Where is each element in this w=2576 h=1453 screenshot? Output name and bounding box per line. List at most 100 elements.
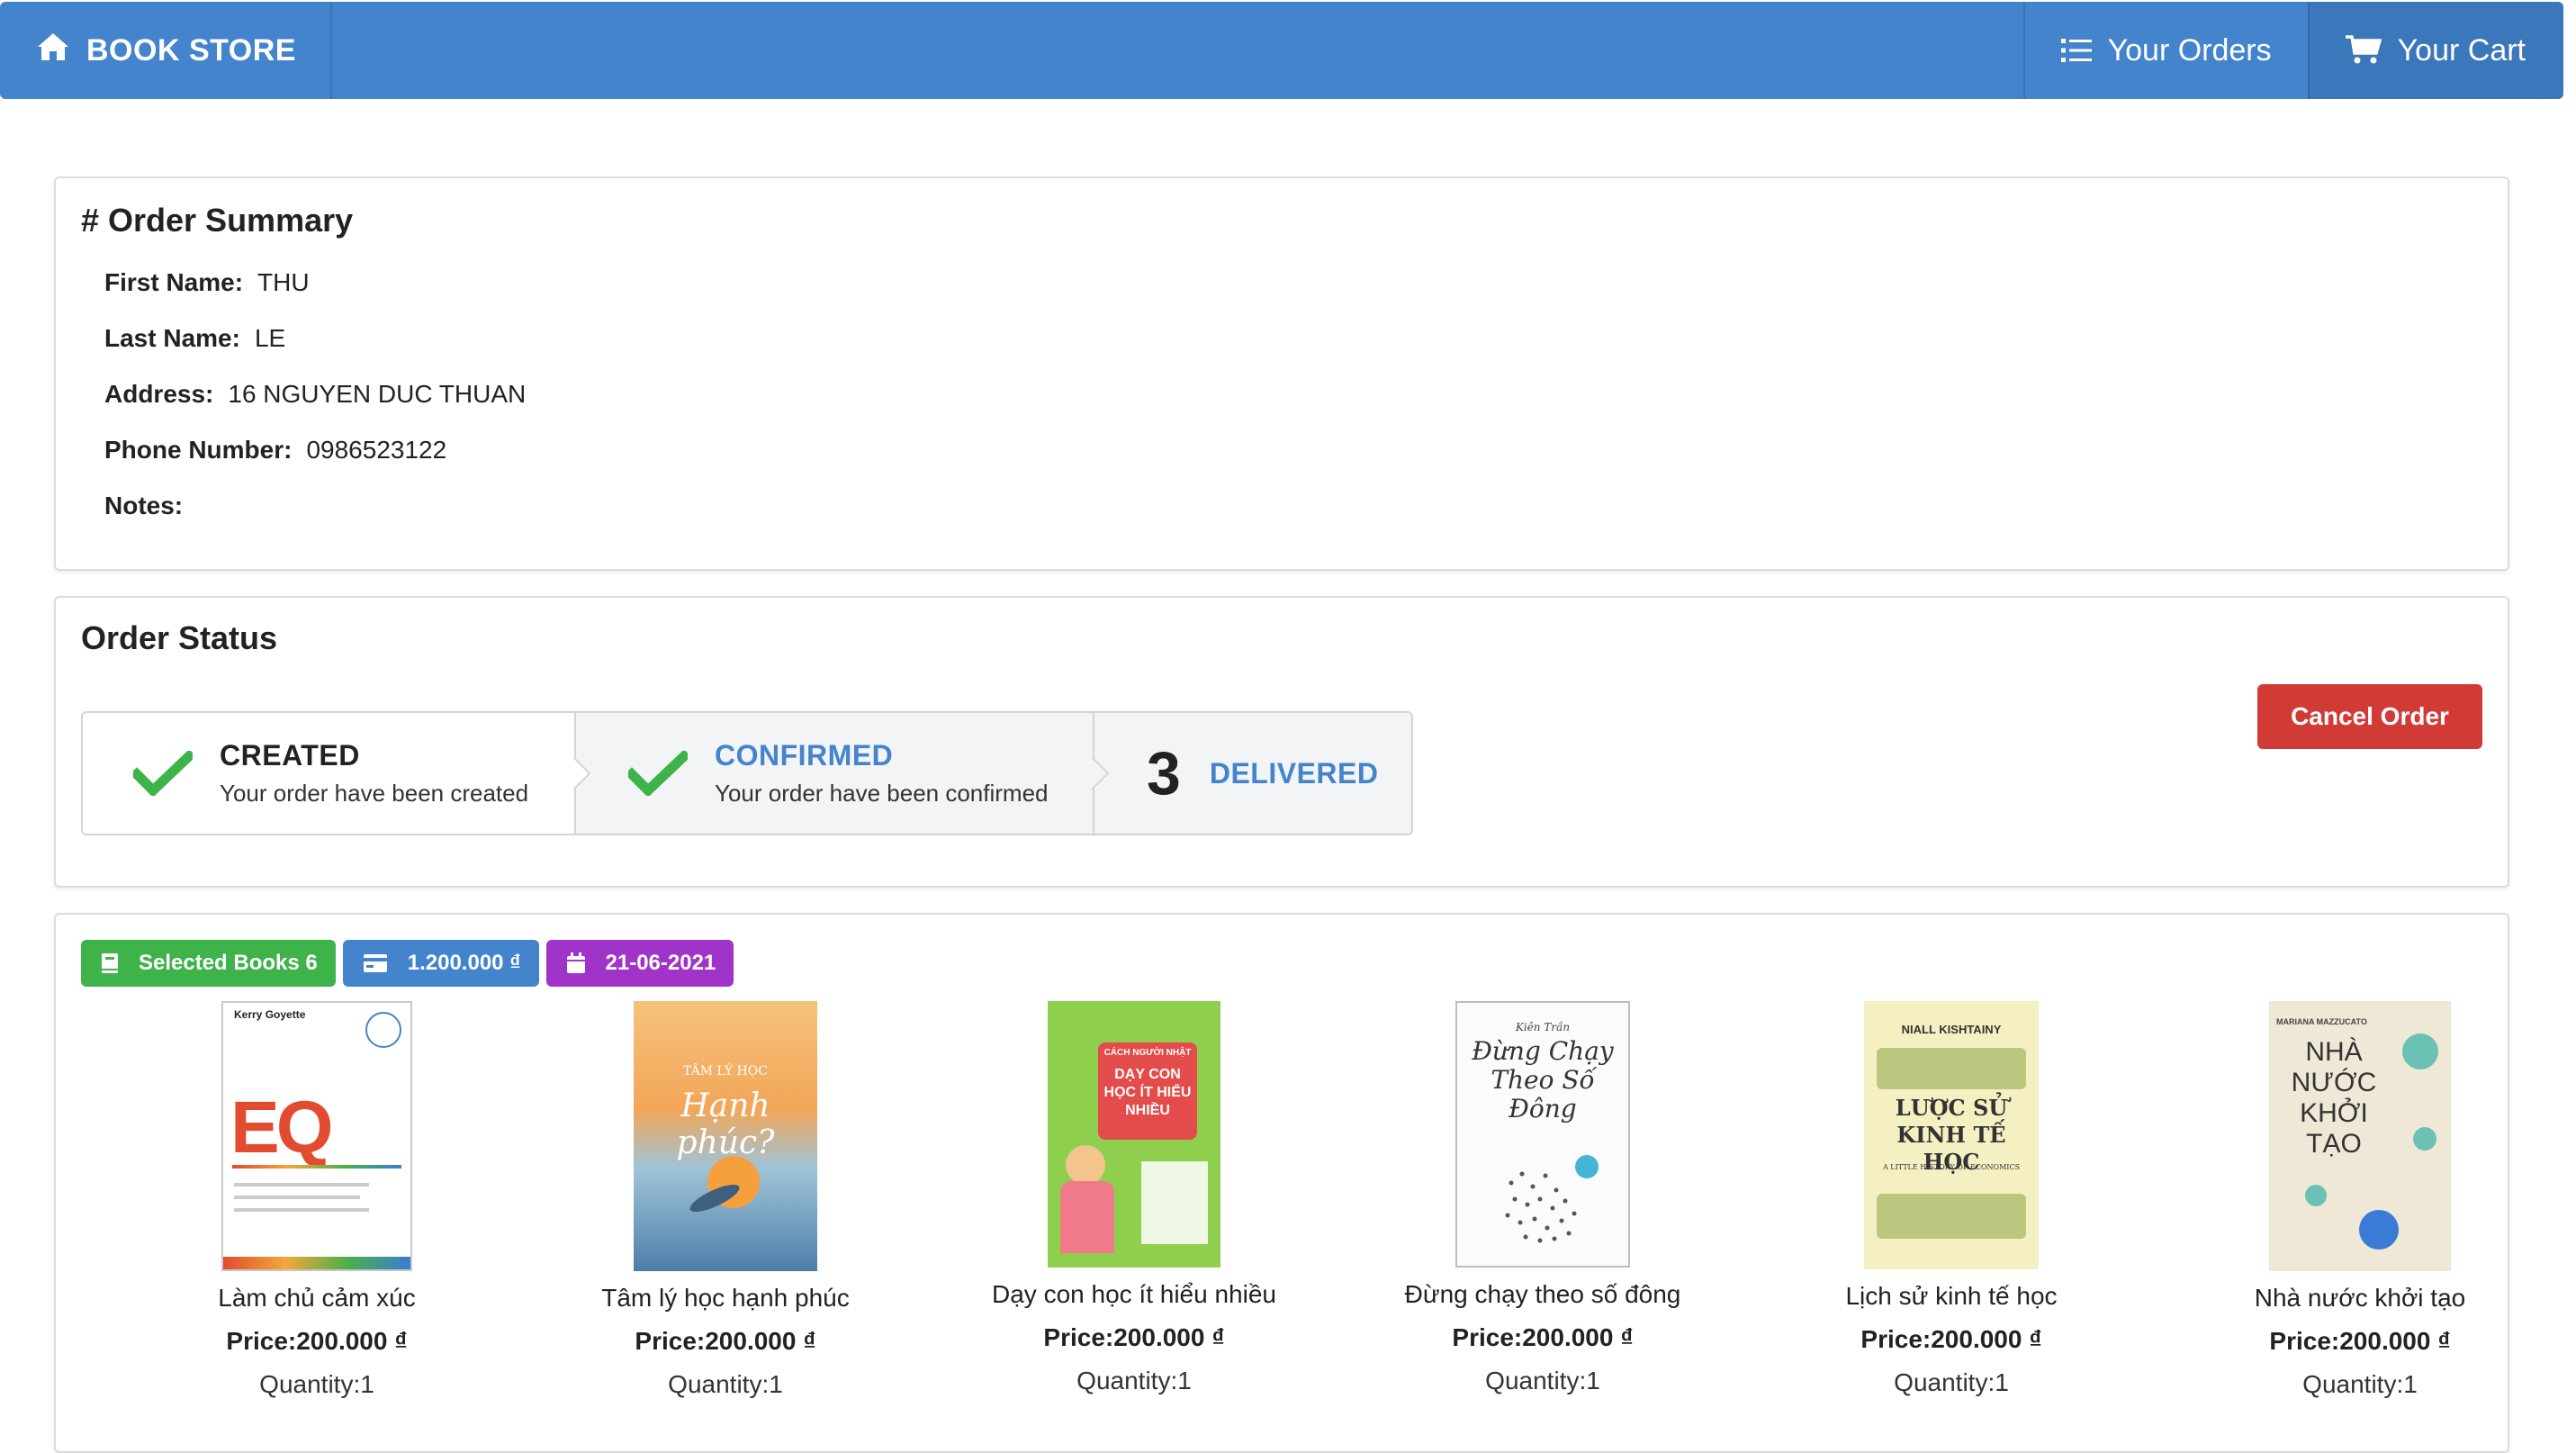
order-items-panel: Selected Books 6 1.200.000 ₫ 21-06-2021 … xyxy=(54,913,2509,1453)
step-created: CREATED Your order have been created xyxy=(83,713,591,834)
cover-seal xyxy=(365,1012,401,1048)
order-steps: CREATED Your order have been created CON… xyxy=(81,711,1413,835)
cover-dots xyxy=(1505,1155,1599,1243)
order-summary-title: # Order Summary xyxy=(81,202,354,239)
first-name-value: THU xyxy=(257,268,310,296)
order-status-title: Order Status xyxy=(81,619,278,656)
cover-node xyxy=(2359,1210,2399,1250)
first-name-label: First Name: xyxy=(104,268,244,296)
phone-value: 0986523122 xyxy=(306,436,447,464)
notes-row: Notes: xyxy=(104,492,197,520)
step-delivered-number: 3 xyxy=(1147,739,1181,808)
book-item[interactable]: CÁCH NGƯỜI NHẬT DẠY CON HỌC ÍT HIỂU NHIỀ… xyxy=(945,1001,1323,1395)
book-cover: Kerry Goyette EQ xyxy=(221,1001,412,1271)
cover-node xyxy=(2402,1033,2438,1069)
book-item[interactable]: Kiên Trần Đừng Chạy Theo Số Đông Đừng ch… xyxy=(1354,1001,1732,1395)
cover-stripe xyxy=(232,1165,401,1169)
cover-illustration xyxy=(1877,1048,2026,1089)
cover-subtitle: A LITTLE HISTORY OF ECONOMICS xyxy=(1882,1163,2021,1171)
calendar-icon xyxy=(566,952,586,974)
credit-card-icon xyxy=(363,953,388,973)
book-quantity: Quantity:1 xyxy=(259,1370,374,1398)
cover-author: MARIANA MAZZUCATO xyxy=(2276,1017,2367,1026)
step-confirmed: CONFIRMED Your order have been confirmed xyxy=(574,713,1110,834)
selected-books-label: Selected Books 6 xyxy=(139,951,318,975)
step-delivered-title: DELIVERED xyxy=(1209,756,1379,790)
order-summary-panel: # Order Summary First Name: THU Last Name… xyxy=(54,176,2509,571)
book-price: Price:200.000 ₫ xyxy=(635,1327,816,1355)
brand-link[interactable]: BOOK STORE xyxy=(0,2,332,99)
order-date-badge: 21-06-2021 xyxy=(545,940,734,987)
cover-title: Hạnh phúc? xyxy=(676,1087,775,1161)
cover-notes xyxy=(1141,1161,1208,1244)
book-item[interactable]: MARIANA MAZZUCATO NHÀ NƯỚC KHỞI TẠO Nhà … xyxy=(2171,1001,2549,1399)
last-name-label: Last Name: xyxy=(104,324,240,352)
total-price-badge: 1.200.000 ₫ xyxy=(342,940,539,987)
book-title: Dạy con học ít hiểu nhiều xyxy=(992,1280,1276,1308)
book-item[interactable]: Kerry Goyette EQ Làm chủ cảm xúc Price:2… xyxy=(128,1001,506,1399)
nav-your-orders-label: Your Orders xyxy=(2107,32,2272,68)
book-price: Price:200.000 ₫ xyxy=(1043,1323,1225,1351)
book-price: Price:200.000 ₫ xyxy=(2269,1327,2451,1355)
cover-bar xyxy=(223,1257,410,1269)
step-created-title: CREATED xyxy=(220,739,360,772)
address-row: Address: 16 NGUYEN DUC THUAN xyxy=(104,380,526,409)
cover-line xyxy=(234,1183,369,1187)
order-date-label: 21-06-2021 xyxy=(605,951,716,975)
book-price: Price:200.000 ₫ xyxy=(1860,1325,2042,1353)
cover-figure-head xyxy=(1066,1145,1105,1185)
book-price: Price:200.000 ₫ xyxy=(1452,1323,1634,1351)
check-icon xyxy=(133,751,193,796)
home-icon xyxy=(36,32,70,70)
total-price-label: 1.200.000 ₫ xyxy=(407,951,521,975)
cover-line xyxy=(234,1208,369,1212)
book-cover: MARIANA MAZZUCATO NHÀ NƯỚC KHỞI TẠO xyxy=(2269,1001,2451,1271)
phone-row: Phone Number: 0986523122 xyxy=(104,436,446,465)
book-quantity: Quantity:1 xyxy=(2302,1370,2418,1398)
book-icon xyxy=(101,952,119,974)
last-name-row: Last Name: LE xyxy=(104,324,285,353)
phone-label: Phone Number: xyxy=(104,436,293,464)
book-title: Nhà nước khởi tạo xyxy=(2254,1284,2466,1312)
cover-subtitle: TÂM LÝ HỌC xyxy=(683,1064,768,1078)
book-title: Lịch sử kinh tế học xyxy=(1845,1282,2058,1310)
order-tags: Selected Books 6 1.200.000 ₫ 21-06-2021 xyxy=(81,940,734,987)
book-title: Làm chủ cảm xúc xyxy=(218,1284,416,1312)
order-status-panel: Order Status CREATED Your order have bee… xyxy=(54,596,2509,888)
step-confirmed-title: CONFIRMED xyxy=(715,739,894,772)
first-name-row: First Name: THU xyxy=(104,268,310,297)
book-quantity: Quantity:1 xyxy=(1894,1368,2009,1396)
cover-author: Kiên Trần xyxy=(1515,1021,1571,1033)
cover-title: NHÀ NƯỚC KHỞI TẠO xyxy=(2291,1037,2377,1159)
book-cover: TÂM LÝ HỌC Hạnh phúc? xyxy=(634,1001,817,1271)
cover-illustration xyxy=(1877,1194,2026,1239)
book-item[interactable]: TÂM LÝ HỌC Hạnh phúc? Tâm lý học hạnh ph… xyxy=(536,1001,914,1399)
book-cover: Kiên Trần Đừng Chạy Theo Số Đông xyxy=(1455,1001,1630,1268)
nav-your-orders[interactable]: Your Orders xyxy=(2022,2,2308,99)
book-price: Price:200.000 ₫ xyxy=(226,1327,408,1355)
check-icon xyxy=(628,751,688,796)
cover-author: NIALL KISHTAINY xyxy=(1901,1023,2002,1036)
step-created-desc: Your order have been created xyxy=(220,780,529,807)
book-cover: NIALL KISHTAINY LƯỢC SỬ KINH TẾ HỌC A LI… xyxy=(1864,1001,2039,1269)
address-label: Address: xyxy=(104,380,214,408)
cover-title: DẠY CON HỌC ÍT HIỂU NHIỀU xyxy=(1103,1067,1192,1118)
top-navbar: BOOK STORE Your Orders Your Cart xyxy=(0,2,2563,99)
book-title: Đừng chạy theo số đông xyxy=(1404,1280,1681,1308)
cover-figure-body xyxy=(1060,1181,1114,1253)
nav-your-cart-label: Your Cart xyxy=(2397,32,2526,68)
brand-label: BOOK STORE xyxy=(86,32,296,68)
book-item[interactable]: NIALL KISHTAINY LƯỢC SỬ KINH TẾ HỌC A LI… xyxy=(1762,1001,2140,1397)
cart-icon xyxy=(2345,35,2382,66)
cover-node xyxy=(2413,1127,2436,1151)
nav-your-cart[interactable]: Your Cart xyxy=(2307,2,2563,99)
cover-subtitle: CÁCH NGƯỜI NHẬT xyxy=(1103,1048,1192,1058)
book-quantity: Quantity:1 xyxy=(1076,1367,1192,1394)
cancel-order-button[interactable]: Cancel Order xyxy=(2257,684,2482,749)
cover-title: EQ xyxy=(230,1087,334,1169)
book-cover: CÁCH NGƯỜI NHẬT DẠY CON HỌC ÍT HIỂU NHIỀ… xyxy=(1048,1001,1220,1268)
cover-node xyxy=(2305,1185,2327,1206)
book-title: Tâm lý học hạnh phúc xyxy=(601,1284,850,1312)
address-value: 16 NGUYEN DUC THUAN xyxy=(228,380,527,408)
step-delivered: 3 DELIVERED xyxy=(1093,713,1411,834)
